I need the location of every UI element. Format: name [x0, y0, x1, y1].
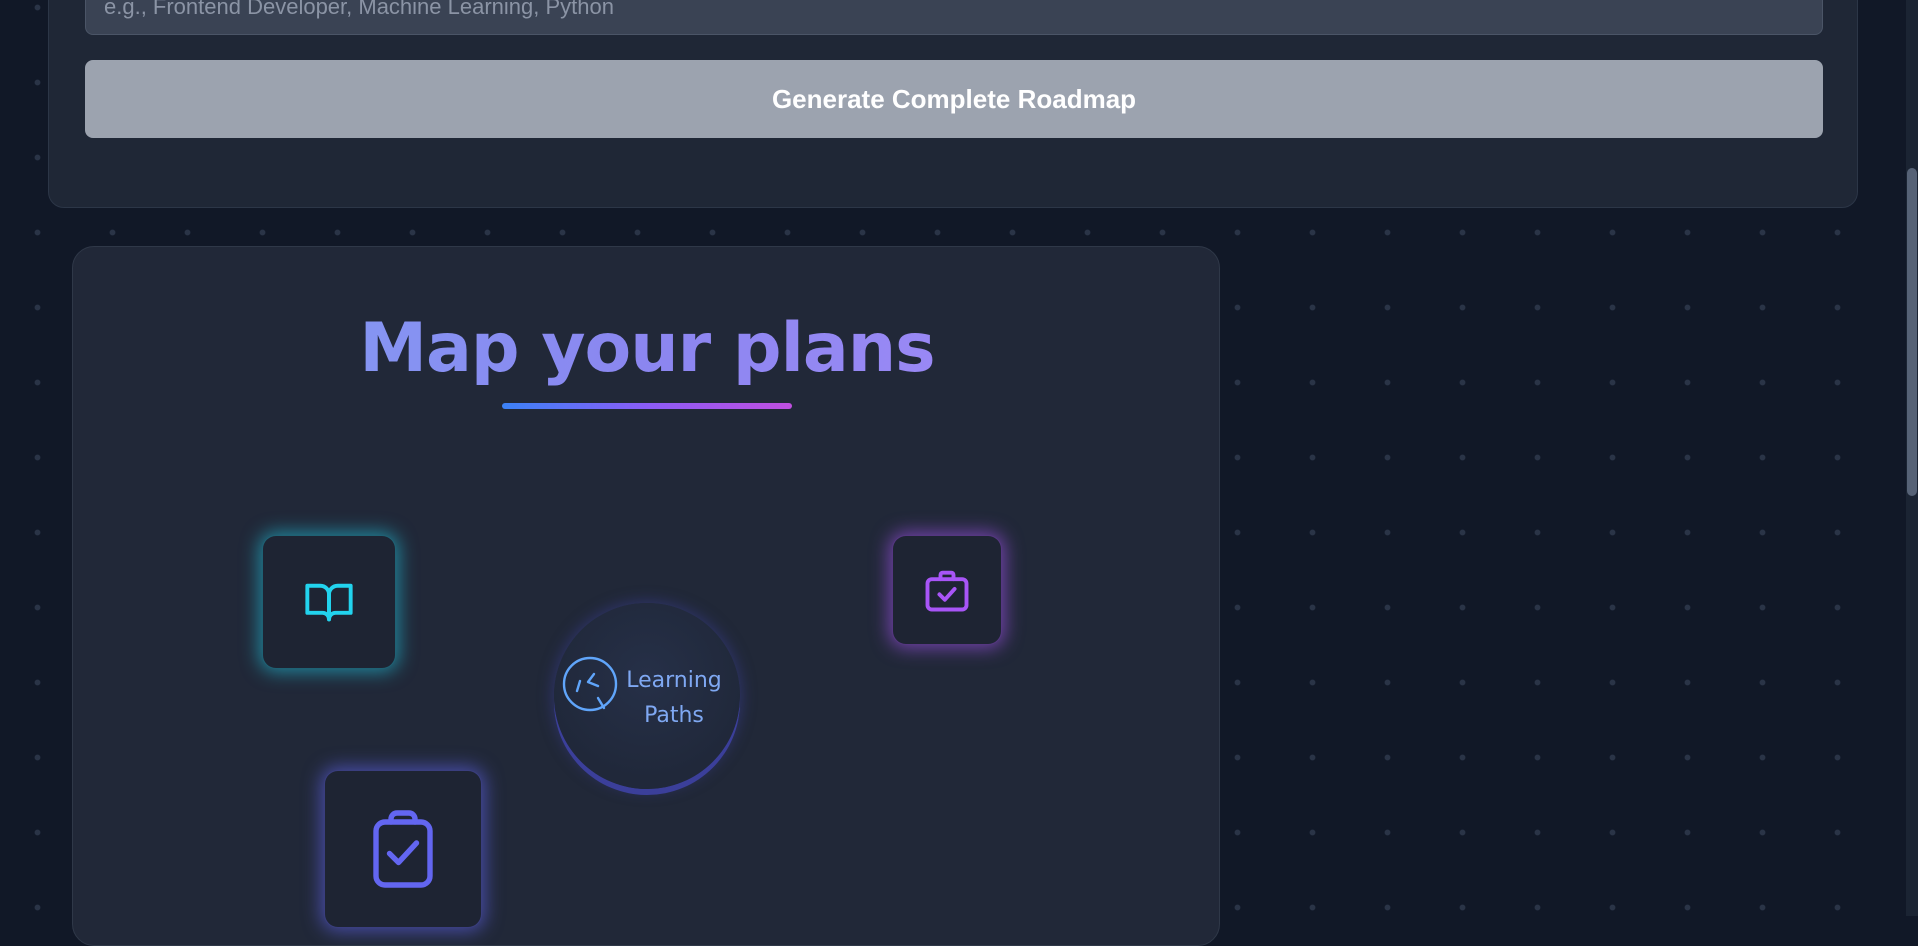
compass-icon [562, 656, 618, 712]
clipboard-tile[interactable] [324, 770, 482, 928]
clipboard-check-icon [373, 810, 433, 888]
title-underline [502, 403, 792, 409]
map-plans-card: Map your plans Learning Paths [72, 246, 1220, 946]
hub-label-line1: Learning [626, 668, 722, 693]
generate-roadmap-button[interactable]: Generate Complete Roadmap [85, 60, 1823, 138]
roadmap-form-card: Generate Complete Roadmap [48, 0, 1858, 208]
scrollbar-thumb[interactable] [1907, 168, 1917, 496]
book-icon [305, 583, 353, 622]
hub-label: Learning Paths [618, 663, 730, 733]
learning-paths-hub[interactable]: Learning Paths [554, 603, 740, 789]
map-title: Map your plans [73, 309, 1219, 389]
book-tile[interactable] [262, 535, 396, 669]
scrollbar-track[interactable] [1906, 0, 1918, 916]
briefcase-icon [925, 570, 969, 612]
briefcase-tile[interactable] [892, 535, 1002, 645]
goal-input[interactable] [85, 0, 1823, 35]
hub-label-line2: Paths [644, 703, 704, 728]
